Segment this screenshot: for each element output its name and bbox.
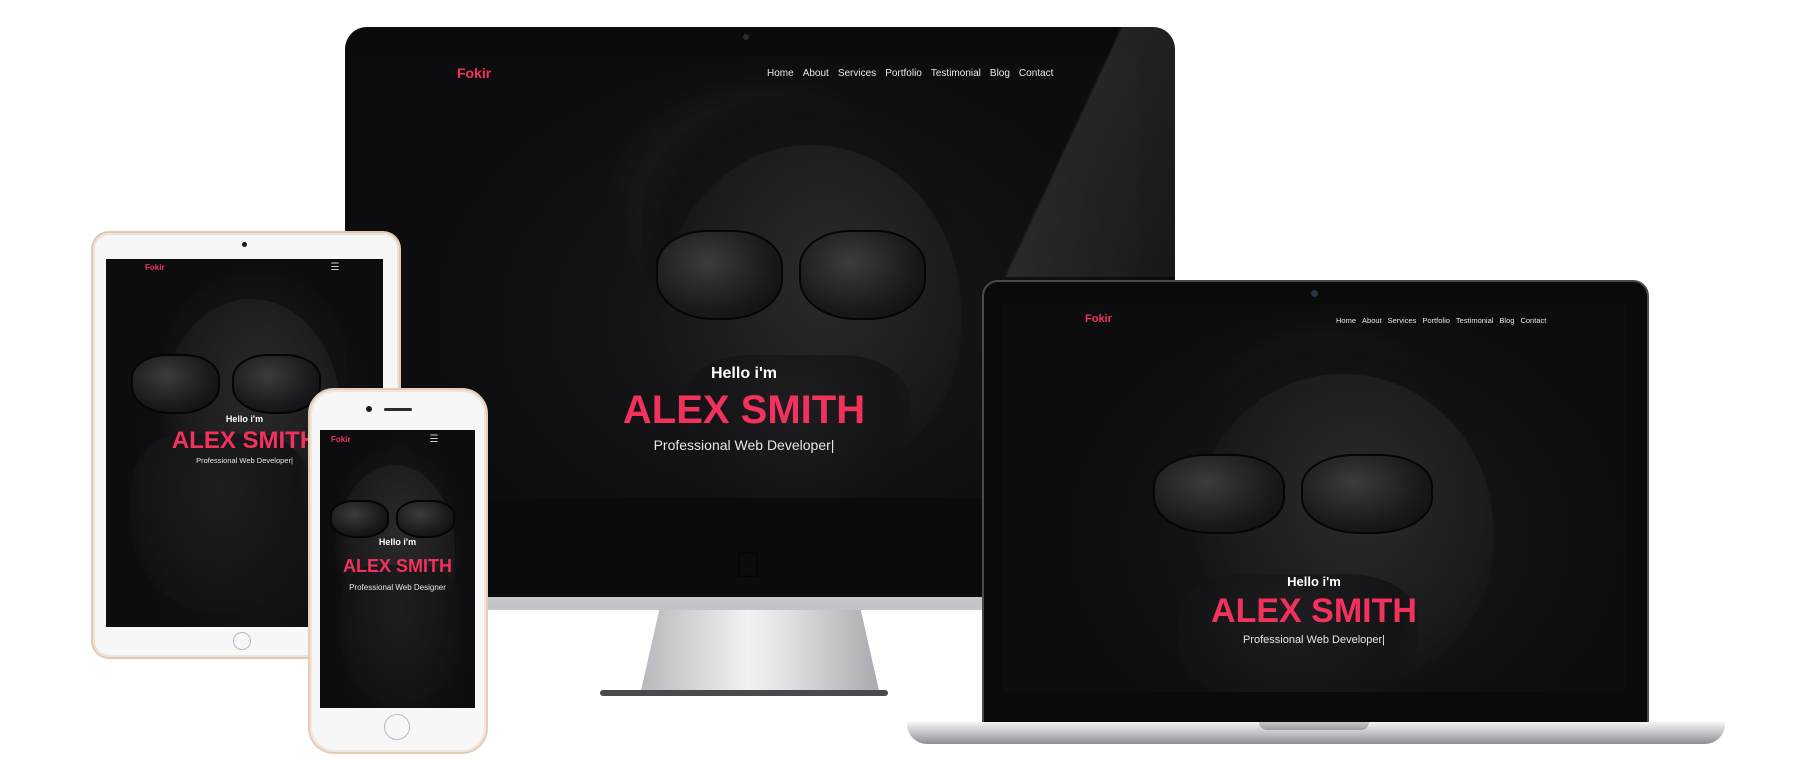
- tablet-home-button: [233, 632, 251, 650]
- glasses-lens: [396, 500, 455, 538]
- imac-stand: [640, 610, 880, 695]
- laptop-screen: Fokir Home About Services Portfolio Testimon…: [1003, 304, 1625, 692]
- nav-item-home[interactable]: Home: [767, 68, 794, 79]
- portrait-glasses: [656, 230, 926, 320]
- tablet-camera: [242, 242, 247, 247]
- nav-item-services[interactable]: Services: [838, 68, 876, 79]
- nav-item-about[interactable]: About: [803, 68, 829, 79]
- apple-logo-icon: : [728, 545, 768, 585]
- nav-item-contact[interactable]: Contact: [1520, 316, 1546, 325]
- hamburger-icon[interactable]: ☰: [427, 434, 441, 445]
- nav-item-services[interactable]: Services: [1388, 316, 1417, 325]
- portrait-glasses: [1153, 454, 1434, 534]
- nav-item-portfolio[interactable]: Portfolio: [1422, 316, 1450, 325]
- glasses-lens: [799, 230, 926, 320]
- nav-item-blog[interactable]: Blog: [1499, 316, 1514, 325]
- phone-home-button: [384, 714, 410, 740]
- hero-role: Professional Web Developer|: [1242, 634, 1386, 646]
- phone-screen: Fokir ☰ Hello i'm ALEX SMITH Professiona…: [320, 430, 475, 708]
- nav-item-testimonial[interactable]: Testimonial: [1456, 316, 1494, 325]
- portrait-glasses: [131, 354, 322, 414]
- hamburger-icon[interactable]: ☰: [328, 262, 342, 273]
- nav-item-portfolio[interactable]: Portfolio: [885, 68, 922, 79]
- main-nav: Home About Services Portfolio Testimonial Blo…: [1336, 316, 1546, 325]
- glasses-lens: [656, 230, 783, 320]
- phone-speaker: [384, 408, 412, 411]
- glasses-lens: [231, 354, 322, 414]
- site-logo[interactable]: Fokir: [145, 263, 165, 272]
- laptop-notch: [1259, 722, 1369, 730]
- site-logo[interactable]: Fokir: [1085, 313, 1112, 325]
- imac-camera: [743, 34, 749, 40]
- glasses-lens: [1153, 454, 1285, 534]
- hero-greeting: Hello i'm: [378, 537, 417, 547]
- hero-greeting: Hello i'm: [1287, 574, 1341, 589]
- hero-name: ALEX SMITH: [342, 556, 452, 576]
- nav-item-about[interactable]: About: [1362, 316, 1382, 325]
- nav-item-testimonial[interactable]: Testimonial: [931, 68, 981, 79]
- phone-camera: [366, 406, 372, 412]
- glasses-lens: [330, 500, 389, 538]
- hero-role: Professional Web Designer: [349, 583, 446, 592]
- nav-item-home[interactable]: Home: [1336, 316, 1356, 325]
- site-logo[interactable]: Fokir: [457, 65, 491, 81]
- site-logo[interactable]: Fokir: [331, 435, 351, 444]
- hero-name: ALEX SMITH: [1211, 592, 1417, 630]
- imac-foot: [600, 690, 888, 696]
- imac-glare: [980, 27, 1175, 277]
- glasses-lens: [1301, 454, 1434, 534]
- laptop-camera: [1311, 290, 1318, 297]
- glasses-lens: [131, 354, 221, 414]
- portrait-glasses: [330, 500, 455, 538]
